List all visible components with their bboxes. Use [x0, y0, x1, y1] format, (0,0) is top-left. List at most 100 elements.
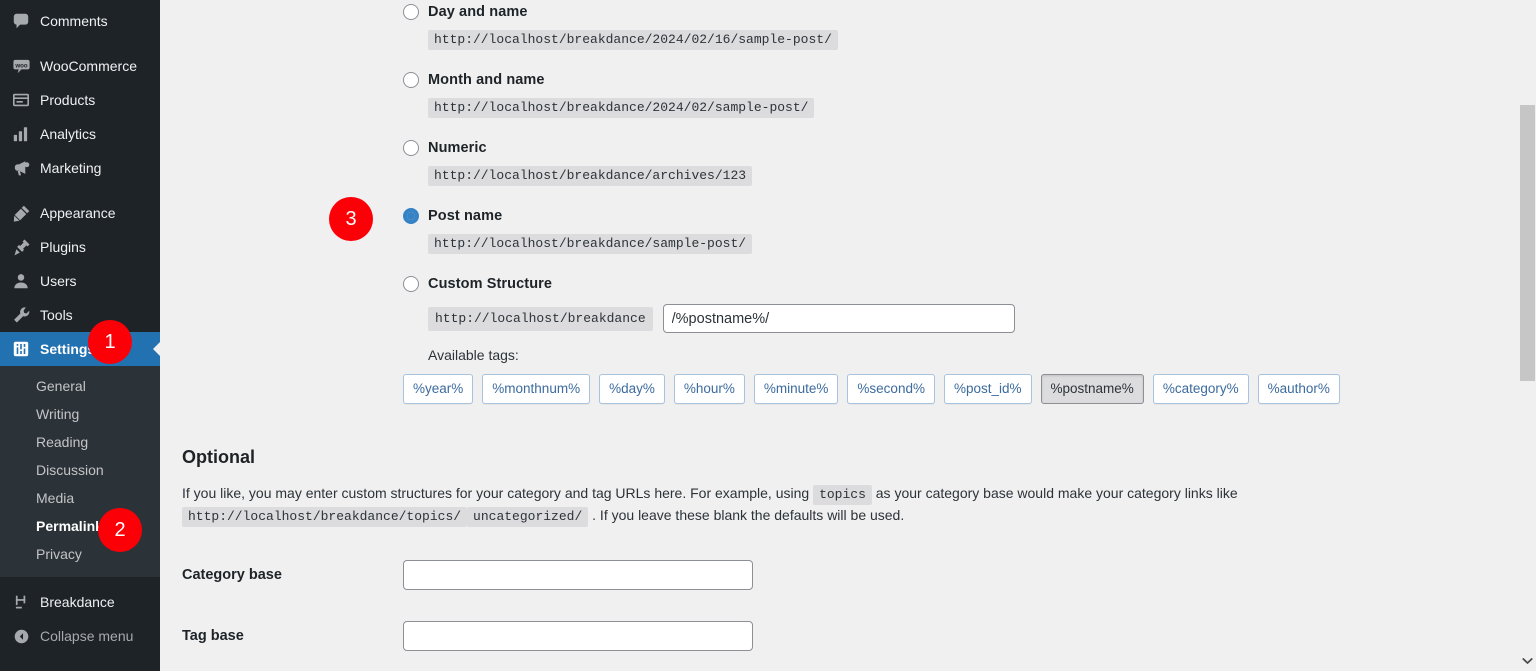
- optional-desc-code-uncategorized: uncategorized/: [467, 507, 589, 527]
- custom-structure-input[interactable]: [662, 304, 1015, 333]
- sidebar-item-label: Appearance: [40, 205, 116, 221]
- sidebar-item-general[interactable]: General: [0, 372, 160, 400]
- available-tags-label: Available tags:: [428, 347, 519, 363]
- scroll-down-chevron-icon[interactable]: [1520, 653, 1535, 669]
- sidebar-item-writing[interactable]: Writing: [0, 400, 160, 428]
- sidebar-item-appearance[interactable]: Appearance: [0, 196, 160, 230]
- sidebar-item-label: Marketing: [40, 160, 102, 176]
- tag-button-author[interactable]: %author%: [1257, 374, 1340, 404]
- sidebar-item-plugins[interactable]: Plugins: [0, 230, 160, 264]
- sidebar-item-tools[interactable]: Tools: [0, 298, 160, 332]
- permalink-option-numeric[interactable]: Numeric http://localhost/breakdance/arch…: [403, 136, 753, 186]
- tools-wrench-icon: [11, 305, 31, 325]
- tag-button-year[interactable]: %year%: [403, 374, 474, 404]
- optional-desc-part3: . If you leave these blank the defaults …: [592, 507, 905, 523]
- permalink-option-label: Post name: [428, 208, 503, 224]
- tag-base-label: Tag base: [182, 628, 244, 644]
- field-row-category-base: Category base: [182, 560, 753, 590]
- radio-numeric[interactable]: [403, 140, 419, 156]
- permalink-option-label: Day and name: [428, 4, 528, 20]
- category-base-input[interactable]: [403, 560, 753, 590]
- sidebar-item-reading[interactable]: Reading: [0, 428, 160, 456]
- permalink-example-url: http://localhost/breakdance/2024/02/16/s…: [428, 30, 838, 50]
- sidebar-item-settings[interactable]: Settings: [0, 332, 160, 366]
- permalink-example-url: http://localhost/breakdance/2024/02/samp…: [428, 98, 815, 118]
- tag-button-second[interactable]: %second%: [847, 374, 935, 404]
- svg-text:woo: woo: [14, 62, 28, 69]
- tag-base-input[interactable]: [403, 621, 753, 651]
- sidebar-item-label: Breakdance: [40, 594, 115, 610]
- tag-button-day[interactable]: %day%: [599, 374, 665, 404]
- category-base-label: Category base: [182, 567, 282, 583]
- vertical-scrollbar-thumb[interactable]: [1520, 105, 1535, 381]
- sidebar-footer: Breakdance Collapse menu: [0, 585, 160, 653]
- permalink-option-label: Month and name: [428, 72, 545, 88]
- tag-button-minute[interactable]: %minute%: [753, 374, 839, 404]
- collapse-menu-label: Collapse menu: [40, 628, 134, 644]
- sidebar-item-label: Users: [40, 273, 77, 289]
- sidebar-item-marketing[interactable]: Marketing: [0, 151, 160, 185]
- collapse-menu-button[interactable]: Collapse menu: [0, 619, 160, 653]
- settings-submenu: General Writing Reading Discussion Media…: [0, 366, 160, 577]
- sidebar-item-label: WooCommerce: [40, 58, 137, 74]
- permalink-option-custom-structure[interactable]: Custom Structure http://localhost/breakd…: [403, 272, 1340, 404]
- radio-post-name[interactable]: [403, 208, 419, 224]
- sidebar-item-discussion[interactable]: Discussion: [0, 456, 160, 484]
- step-badge-number: 1: [104, 331, 116, 353]
- permalink-option-label: Numeric: [428, 140, 487, 156]
- optional-desc-part2: as your category base would make your ca…: [875, 485, 1238, 501]
- breakdance-icon: [11, 592, 31, 612]
- sidebar-item-media[interactable]: Media: [0, 484, 160, 512]
- radio-month-and-name[interactable]: [403, 72, 419, 88]
- permalink-option-month-and-name[interactable]: Month and name http://localhost/breakdan…: [403, 68, 815, 118]
- sidebar-item-label: Settings: [40, 341, 96, 357]
- step-badge-3: 3: [329, 197, 373, 241]
- step-badge-number: 3: [345, 208, 357, 230]
- comments-icon: [11, 11, 31, 31]
- plugins-plug-icon: [11, 237, 31, 257]
- collapse-arrow-icon: [11, 626, 31, 646]
- optional-description: If you like, you may enter custom struct…: [182, 483, 1422, 527]
- permalink-option-day-and-name[interactable]: Day and name http://localhost/breakdance…: [403, 0, 838, 50]
- sidebar-item-users[interactable]: Users: [0, 264, 160, 298]
- optional-desc-code-url: http://localhost/breakdance/topics/: [182, 507, 468, 527]
- permalink-option-label: Custom Structure: [428, 276, 553, 292]
- permalink-example-url: http://localhost/breakdance/archives/123: [428, 166, 753, 186]
- tag-button-postname[interactable]: %postname%: [1040, 374, 1144, 404]
- sidebar-item-analytics[interactable]: Analytics: [0, 117, 160, 151]
- sidebar-item-label: Analytics: [40, 126, 97, 142]
- settings-sliders-icon: [11, 339, 31, 359]
- tag-button-category[interactable]: %category%: [1152, 374, 1249, 404]
- step-badge-2: 2: [98, 508, 142, 552]
- custom-structure-prefix: http://localhost/breakdance: [428, 306, 653, 331]
- users-icon: [11, 271, 31, 291]
- step-badge-number: 2: [114, 519, 126, 541]
- analytics-icon: [11, 124, 31, 144]
- tag-button-monthnum[interactable]: %monthnum%: [482, 374, 591, 404]
- sidebar-item-label: Plugins: [40, 239, 86, 255]
- appearance-brush-icon: [11, 203, 31, 223]
- permalink-example-url: http://localhost/breakdance/sample-post/: [428, 234, 753, 254]
- sidebar-item-breakdance[interactable]: Breakdance: [0, 585, 160, 619]
- optional-desc-code-topics: topics: [813, 485, 872, 505]
- tag-button-hour[interactable]: %hour%: [673, 374, 745, 404]
- active-menu-arrow-icon: [153, 341, 160, 357]
- permalink-option-post-name[interactable]: Post name http://localhost/breakdance/sa…: [403, 204, 753, 254]
- optional-section-title: Optional: [182, 447, 255, 467]
- wordpress-admin-screen: Comments woo WooCommerce Products Analyt…: [0, 0, 1536, 671]
- sidebar-item-comments[interactable]: Comments: [0, 4, 160, 38]
- field-row-tag-base: Tag base: [182, 621, 753, 651]
- sidebar-item-woocommerce[interactable]: woo WooCommerce: [0, 49, 160, 83]
- permalink-settings-content: Day and name http://localhost/breakdance…: [160, 0, 1536, 671]
- radio-custom-structure[interactable]: [403, 276, 419, 292]
- sidebar-item-products[interactable]: Products: [0, 83, 160, 117]
- step-badge-1: 1: [88, 320, 132, 364]
- radio-day-and-name[interactable]: [403, 4, 419, 20]
- woocommerce-icon: woo: [11, 56, 31, 76]
- tag-button-post-id[interactable]: %post_id%: [943, 374, 1032, 404]
- vertical-scrollbar-track[interactable]: [1519, 0, 1536, 671]
- products-icon: [11, 90, 31, 110]
- admin-sidebar: Comments woo WooCommerce Products Analyt…: [0, 0, 160, 671]
- sidebar-item-label: Comments: [40, 13, 108, 29]
- sidebar-item-label: Tools: [40, 307, 73, 323]
